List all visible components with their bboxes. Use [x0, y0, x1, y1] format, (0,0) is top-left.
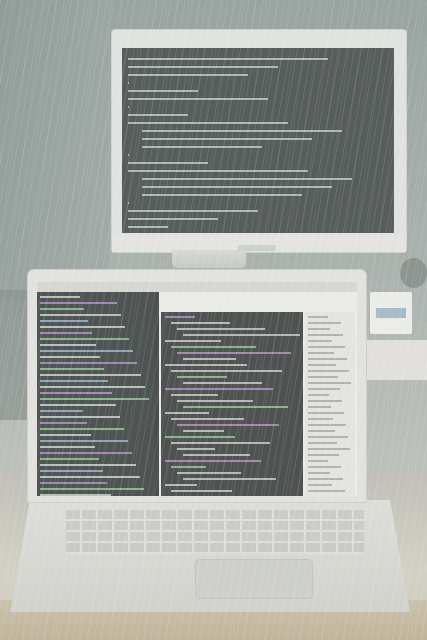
photo-haze	[0, 0, 427, 640]
photo-scene	[0, 0, 427, 640]
